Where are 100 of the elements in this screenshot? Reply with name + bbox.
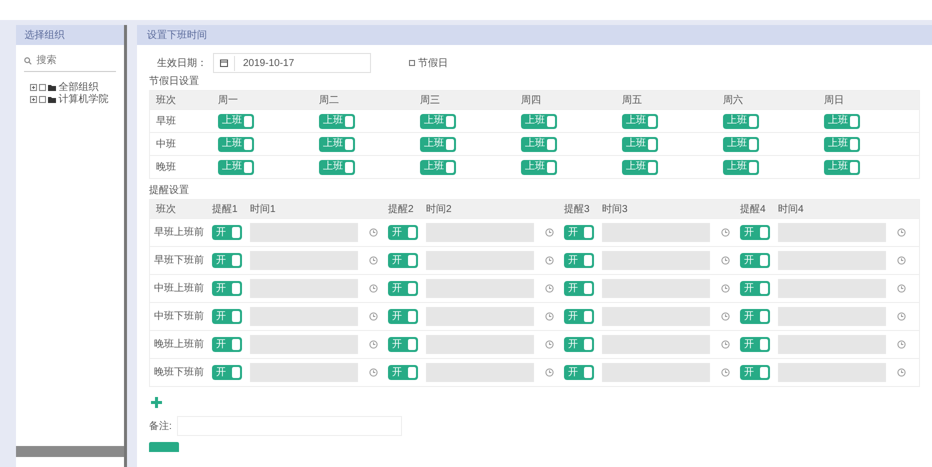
clock-icon[interactable]: [368, 256, 378, 265]
plus-icon[interactable]: [151, 397, 162, 408]
clock-icon[interactable]: [896, 340, 906, 349]
expand-icon[interactable]: [30, 84, 38, 91]
time-field[interactable]: [778, 363, 886, 382]
toggle-switch[interactable]: 开: [740, 281, 770, 296]
toggle-switch[interactable]: 开: [564, 253, 594, 268]
toggle-switch[interactable]: 上班: [824, 136, 860, 152]
toggle-switch[interactable]: 开: [388, 281, 418, 296]
toggle-switch[interactable]: 开: [388, 337, 418, 352]
time-field[interactable]: [426, 335, 534, 354]
checkbox[interactable]: [409, 60, 415, 66]
search-field[interactable]: 搜索: [36, 53, 116, 68]
toggle-switch[interactable]: 开: [388, 309, 418, 324]
clock-icon[interactable]: [544, 368, 554, 377]
clock-icon[interactable]: [368, 228, 378, 237]
toggle-switch[interactable]: 开: [740, 225, 770, 240]
clock-icon[interactable]: [368, 368, 378, 377]
clock-icon[interactable]: [368, 284, 378, 293]
toggle-switch[interactable]: 上班: [218, 160, 254, 174]
toggle-switch[interactable]: 上班: [521, 136, 557, 152]
time-field[interactable]: [602, 335, 710, 354]
clock-icon[interactable]: [896, 256, 906, 265]
time-field[interactable]: [778, 279, 886, 298]
clock-icon[interactable]: [720, 228, 730, 237]
toggle-switch[interactable]: 开: [388, 253, 418, 268]
time-field[interactable]: [250, 223, 358, 242]
clock-icon[interactable]: [368, 312, 378, 321]
toggle-switch[interactable]: 开: [740, 309, 770, 324]
toggle-switch[interactable]: 开: [212, 225, 242, 240]
toggle-switch[interactable]: 开: [564, 281, 594, 296]
toggle-switch[interactable]: 上班: [319, 136, 355, 152]
toggle-switch[interactable]: 上班: [723, 160, 759, 174]
time-field[interactable]: [250, 335, 358, 354]
time-field[interactable]: [602, 251, 710, 270]
checkbox[interactable]: [39, 96, 46, 103]
toggle-switch[interactable]: 上班: [319, 114, 355, 128]
time-field[interactable]: [250, 251, 358, 270]
clock-icon[interactable]: [544, 340, 554, 349]
toggle-switch[interactable]: 上班: [521, 114, 557, 128]
expand-icon[interactable]: [30, 96, 38, 103]
toggle-switch[interactable]: 上班: [723, 114, 759, 128]
time-field[interactable]: [778, 251, 886, 270]
clock-icon[interactable]: [720, 284, 730, 293]
toggle-switch[interactable]: 上班: [622, 136, 658, 152]
toggle-switch[interactable]: 上班: [420, 160, 456, 174]
clock-icon[interactable]: [720, 340, 730, 349]
toggle-switch[interactable]: 上班: [218, 114, 254, 128]
clock-icon[interactable]: [544, 284, 554, 293]
clock-icon[interactable]: [896, 368, 906, 377]
time-field[interactable]: [778, 335, 886, 354]
time-field[interactable]: [778, 307, 886, 326]
clock-icon[interactable]: [720, 368, 730, 377]
toggle-switch[interactable]: 开: [212, 309, 242, 324]
tree-item[interactable]: 计算机学院: [58, 94, 108, 105]
time-field[interactable]: [250, 307, 358, 326]
time-field[interactable]: [426, 251, 534, 270]
clock-icon[interactable]: [368, 340, 378, 349]
clock-icon[interactable]: [896, 284, 906, 293]
time-field[interactable]: [426, 223, 534, 242]
time-field[interactable]: [426, 307, 534, 326]
toggle-switch[interactable]: 上班: [420, 114, 456, 128]
time-field[interactable]: [602, 279, 710, 298]
toggle-switch[interactable]: 上班: [218, 136, 254, 152]
clock-icon[interactable]: [544, 312, 554, 321]
toggle-switch[interactable]: 开: [388, 225, 418, 240]
toggle-switch[interactable]: 上班: [420, 136, 456, 152]
toggle-switch[interactable]: 开: [740, 337, 770, 352]
clock-icon[interactable]: [544, 256, 554, 265]
clock-icon[interactable]: [896, 228, 906, 237]
toggle-switch[interactable]: 开: [212, 365, 242, 380]
toggle-switch[interactable]: 上班: [521, 160, 557, 174]
toggle-switch[interactable]: 上班: [824, 114, 860, 128]
tree-item[interactable]: 全部组织: [58, 82, 98, 93]
toggle-switch[interactable]: 上班: [723, 136, 759, 152]
time-field[interactable]: [426, 279, 534, 298]
time-field[interactable]: [602, 363, 710, 382]
toggle-switch[interactable]: 上班: [824, 160, 860, 174]
toggle-switch[interactable]: 开: [212, 281, 242, 296]
date-field[interactable]: 2019-10-17: [213, 53, 371, 73]
toggle-switch[interactable]: 开: [212, 253, 242, 268]
toggle-switch[interactable]: 上班: [622, 160, 658, 174]
time-field[interactable]: [250, 279, 358, 298]
clock-icon[interactable]: [896, 312, 906, 321]
clock-icon[interactable]: [720, 256, 730, 265]
toggle-switch[interactable]: 开: [564, 225, 594, 240]
toggle-switch[interactable]: 开: [388, 365, 418, 380]
toggle-switch[interactable]: 开: [212, 337, 242, 352]
time-field[interactable]: [602, 307, 710, 326]
toggle-switch[interactable]: 上班: [622, 114, 658, 128]
time-field[interactable]: [250, 363, 358, 382]
scrollbar[interactable]: [16, 446, 124, 457]
toggle-switch[interactable]: 开: [564, 365, 594, 380]
clock-icon[interactable]: [720, 312, 730, 321]
time-field[interactable]: [426, 363, 534, 382]
clock-icon[interactable]: [544, 228, 554, 237]
toggle-switch[interactable]: 开: [564, 337, 594, 352]
toggle-switch[interactable]: 开: [740, 253, 770, 268]
checkbox[interactable]: [39, 84, 46, 91]
toggle-switch[interactable]: 上班: [319, 160, 355, 174]
